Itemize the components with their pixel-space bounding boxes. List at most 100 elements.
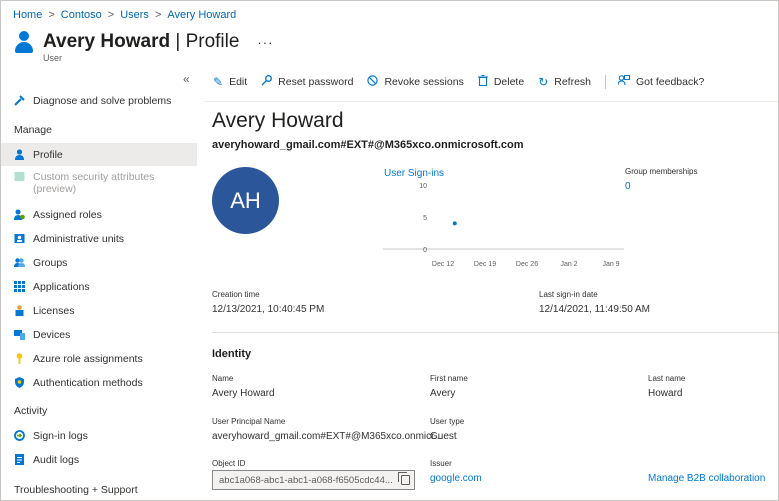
sidebar-item-label: Diagnose and solve problems: [33, 94, 172, 107]
upn-label: User Principal Name: [212, 417, 286, 426]
sidebar-item-assigned-roles[interactable]: Assigned roles: [1, 203, 197, 226]
more-options-button[interactable]: ···: [257, 35, 273, 50]
sidebar-item-label: Profile: [33, 148, 63, 161]
reset-password-button[interactable]: Reset password: [261, 75, 353, 89]
last-name-value: Howard: [648, 388, 683, 399]
block-icon: [367, 75, 379, 89]
last-signin-label: Last sign-in date: [539, 290, 598, 299]
trash-icon: [477, 74, 488, 89]
chart-y-tick-label: 5: [423, 215, 427, 222]
group-memberships-label: Group memberships: [625, 167, 698, 176]
user-signins-chart: 0 5 10 Dec 12 Dec 19 Dec 26 Jan 2 Jan 9: [383, 183, 624, 268]
sidebar-item-profile[interactable]: Profile: [1, 143, 197, 166]
avatar: AH: [212, 167, 279, 234]
breadcrumb-current[interactable]: Avery Howard: [167, 9, 236, 21]
shield-icon: [14, 377, 25, 388]
page-header: Avery Howard | Profile ···: [13, 29, 273, 55]
sidebar-item-label: Applications: [33, 280, 90, 293]
chart-x-tick-label: Jan 9: [602, 261, 619, 268]
sidebar-item-label: Azure role assignments: [33, 352, 143, 365]
chart-data-point: [452, 221, 457, 226]
creation-time-value: 12/13/2021, 10:40:45 PM: [212, 304, 325, 315]
sidebar-item-licenses[interactable]: Licenses: [1, 299, 197, 322]
first-name-value: Avery: [430, 388, 456, 399]
edit-button[interactable]: ✎ Edit: [213, 75, 247, 89]
name-value: Avery Howard: [212, 388, 275, 399]
tag-icon: [14, 171, 25, 182]
identity-section-header: Identity: [212, 348, 252, 360]
wrench-icon: [14, 95, 25, 106]
sidebar-item-groups[interactable]: Groups: [1, 251, 197, 274]
breadcrumb-separator: >: [154, 9, 162, 21]
chart-x-tick-label: Dec 19: [474, 261, 496, 268]
name-label: Name: [212, 374, 234, 383]
first-name-label: First name: [430, 374, 468, 383]
sidebar-item-label: Authentication methods: [33, 376, 143, 389]
user-type-label: User type: [430, 417, 465, 426]
audit-icon: [14, 454, 25, 465]
breadcrumb-separator: >: [48, 9, 55, 21]
key-icon: [14, 353, 25, 364]
sidebar-item-azure-role-assignments[interactable]: Azure role assignments: [1, 347, 197, 370]
section-divider: [212, 332, 778, 333]
user-icon: [13, 29, 35, 55]
chart-x-tick-label: Dec 12: [432, 261, 454, 268]
section-header-activity: Activity: [14, 405, 48, 417]
delete-button[interactable]: Delete: [477, 74, 524, 89]
chart-x-tick-label: Jan 2: [560, 261, 577, 268]
breadcrumb: Home > Contoso > Users > Avery Howard: [13, 9, 236, 21]
device-icon: [14, 329, 25, 340]
group-memberships-count[interactable]: 0: [625, 181, 631, 192]
last-signin-value: 12/14/2021, 11:49:50 AM: [539, 304, 651, 315]
sidebar-item-label: Groups: [33, 256, 68, 269]
sidebar-item-label: Sign-in logs: [33, 429, 88, 442]
breadcrumb-users[interactable]: Users: [120, 9, 149, 21]
groups-icon: [14, 257, 25, 268]
sidebar-item-label: Assigned roles: [33, 208, 102, 221]
refresh-icon: ↻: [538, 75, 549, 89]
sidebar-item-audit-logs[interactable]: Audit logs: [1, 448, 197, 471]
upn-value: averyhoward_gmail.com#EXT#@M365xco.onmic…: [212, 431, 443, 442]
apps-icon: [14, 281, 25, 292]
admin-unit-icon: [14, 233, 25, 244]
object-id-field[interactable]: abc1a068-abc1-abc1-a068-f6505cdc44...: [212, 470, 415, 490]
app-window: Home > Contoso > Users > Avery Howard Av…: [0, 0, 779, 501]
sidebar-item-devices[interactable]: Devices: [1, 323, 197, 346]
collapse-sidebar-button[interactable]: «: [183, 72, 190, 86]
object-id-label: Object ID: [212, 459, 246, 468]
revoke-sessions-button[interactable]: Revoke sessions: [367, 75, 464, 89]
command-bar: ✎ Edit Reset password Revoke sessions De…: [213, 74, 718, 89]
section-header-manage: Manage: [14, 124, 52, 136]
sidebar-item-sign-in-logs[interactable]: Sign-in logs: [1, 424, 197, 447]
issuer-label: Issuer: [430, 459, 452, 468]
breadcrumb-home[interactable]: Home: [13, 9, 42, 21]
sidebar-item-applications[interactable]: Applications: [1, 275, 197, 298]
last-name-label: Last name: [648, 374, 686, 383]
user-type-value: Guest: [430, 431, 457, 442]
sidebar-item-label: Audit logs: [33, 453, 80, 466]
feedback-button[interactable]: Got feedback?: [617, 75, 704, 89]
breadcrumb-tenant[interactable]: Contoso: [61, 9, 102, 21]
refresh-button[interactable]: ↻ Refresh: [538, 75, 591, 89]
manage-b2b-link[interactable]: Manage B2B collaboration: [648, 473, 765, 484]
issuer-link[interactable]: google.com: [430, 473, 482, 484]
sidebar-item-label: Devices: [33, 328, 71, 341]
chart-y-tick-label: 0: [423, 247, 427, 254]
sidebar-item-label: Custom security attributes: [33, 171, 155, 183]
sidebar-item-sublabel: (preview): [33, 183, 77, 195]
sidebar-item-custom-security-attributes[interactable]: Custom security attributes (preview): [1, 168, 197, 198]
object-id-value: abc1a068-abc1-abc1-a068-f6505cdc44...: [219, 474, 393, 486]
section-header-troubleshooting: Troubleshooting + Support: [14, 484, 138, 496]
page-title: Avery Howard | Profile: [43, 31, 240, 52]
sidebar: « Diagnose and solve problems Manage Pro…: [1, 69, 198, 500]
pencil-icon: ✎: [213, 75, 224, 89]
toolbar-divider: [605, 75, 607, 89]
key-icon: [261, 75, 273, 89]
sidebar-item-authentication-methods[interactable]: Authentication methods: [1, 371, 197, 394]
sidebar-item-administrative-units[interactable]: Administrative units: [1, 227, 197, 250]
user-principal-name: averyhoward_gmail.com#EXT#@M365xco.onmic…: [212, 139, 524, 151]
license-icon: [14, 305, 25, 316]
copy-icon[interactable]: [398, 472, 410, 485]
creation-time-label: Creation time: [212, 290, 260, 299]
sidebar-item-diagnose[interactable]: Diagnose and solve problems: [1, 89, 197, 112]
